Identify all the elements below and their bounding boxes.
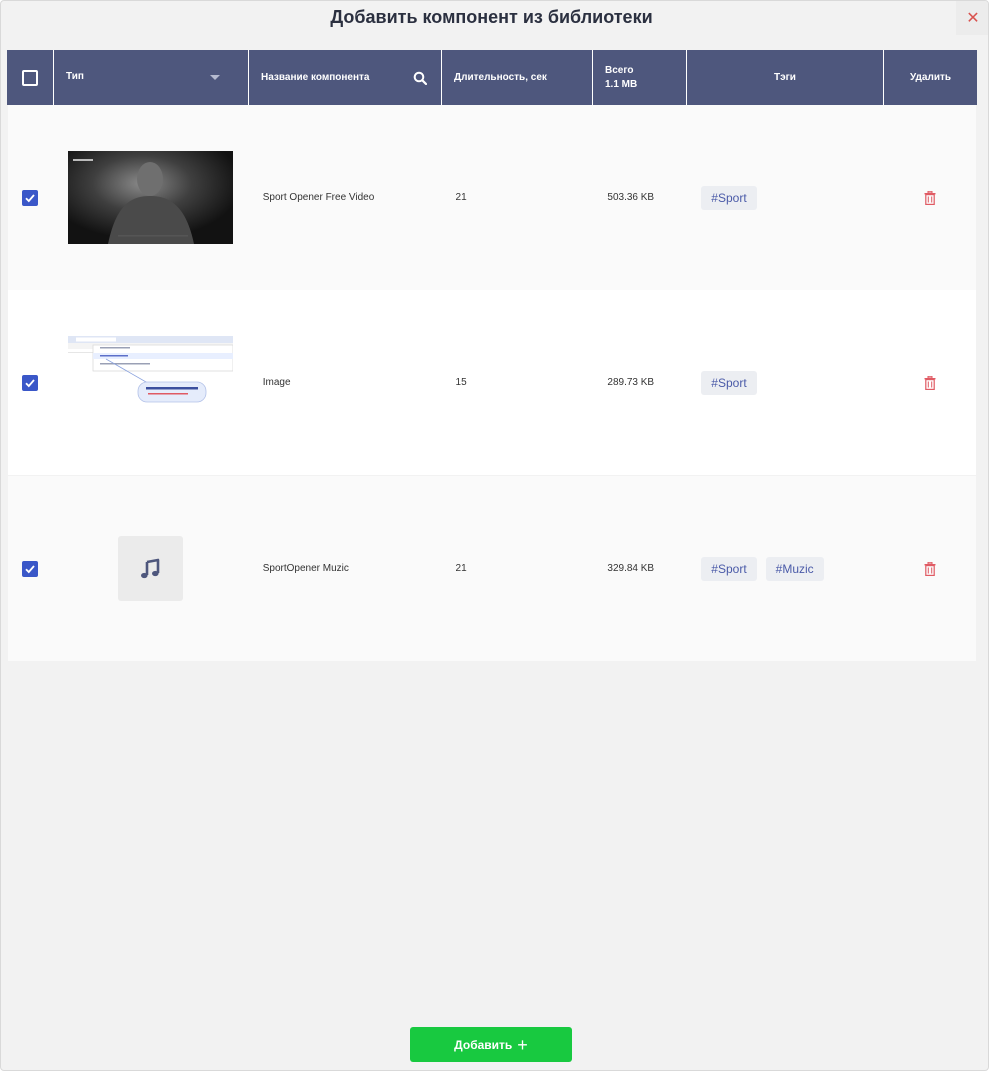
header-tags: Тэги xyxy=(687,50,884,105)
header-name: Название компонента xyxy=(249,50,442,105)
header-type[interactable]: Тип xyxy=(54,50,249,105)
close-button[interactable]: ✕ xyxy=(956,1,988,35)
header-total-value: 1.1 MB xyxy=(605,78,638,90)
header-name-label: Название компонента xyxy=(261,72,370,83)
tag[interactable]: #Sport xyxy=(701,556,757,581)
header-total-label: Всего xyxy=(605,64,634,76)
header-tags-label: Тэги xyxy=(774,72,796,83)
tag[interactable]: #Muzic xyxy=(765,556,824,581)
header-total: Всего 1.1 MB xyxy=(593,50,687,105)
add-button[interactable]: Добавить + xyxy=(410,1027,572,1062)
trash-icon[interactable] xyxy=(924,561,936,576)
image-thumbnail[interactable] xyxy=(67,336,233,429)
chevron-down-icon[interactable] xyxy=(210,75,220,80)
row-checkbox[interactable] xyxy=(22,374,38,391)
header-select-all xyxy=(7,50,54,105)
header-delete-label: Удалить xyxy=(909,72,952,83)
tag[interactable]: #Sport xyxy=(701,370,757,395)
trash-icon[interactable] xyxy=(924,190,936,205)
search-icon[interactable] xyxy=(413,71,427,85)
music-thumbnail[interactable] xyxy=(117,536,183,601)
check-icon xyxy=(25,564,35,573)
component-name: Image xyxy=(262,377,291,388)
table-row: Sport Opener Free Video 21 503.36 KB #Sp… xyxy=(8,105,976,290)
component-duration: 21 xyxy=(455,563,467,574)
header-delete: Удалить xyxy=(884,50,977,105)
trash-icon[interactable] xyxy=(924,375,936,390)
row-checkbox[interactable] xyxy=(22,189,38,206)
component-duration: 21 xyxy=(455,192,467,203)
select-all-checkbox[interactable] xyxy=(22,69,38,86)
close-icon: ✕ xyxy=(966,10,980,27)
tag[interactable]: #Sport xyxy=(701,185,757,210)
plus-icon: + xyxy=(517,1034,528,1055)
library-dialog: Добавить компонент из библиотеки ✕ Тип Н… xyxy=(0,0,989,1071)
table-row: SportOpener Muzic 21 329.84 KB #Sport #M… xyxy=(8,476,976,661)
check-icon xyxy=(25,193,35,202)
component-size: 503.36 KB xyxy=(607,192,655,203)
video-thumbnail[interactable] xyxy=(67,151,233,244)
table-header: Тип Название компонента Длительность, се… xyxy=(7,50,977,105)
component-size: 329.84 KB xyxy=(607,563,655,574)
header-duration: Длительность, сек xyxy=(442,50,593,105)
table-row: Image 15 289.73 KB #Sport xyxy=(8,290,976,475)
component-name: Sport Opener Free Video xyxy=(262,192,375,203)
component-duration: 15 xyxy=(455,377,467,388)
component-size: 289.73 KB xyxy=(607,377,655,388)
component-name: SportOpener Muzic xyxy=(262,563,349,574)
music-note-icon xyxy=(141,558,160,578)
header-type-label: Тип xyxy=(66,71,84,82)
dialog-title: Добавить компонент из библиотеки xyxy=(330,7,653,27)
check-icon xyxy=(25,378,35,387)
row-checkbox[interactable] xyxy=(22,560,38,577)
add-button-label: Добавить xyxy=(454,1037,513,1052)
header-duration-label: Длительность, сек xyxy=(454,72,547,83)
